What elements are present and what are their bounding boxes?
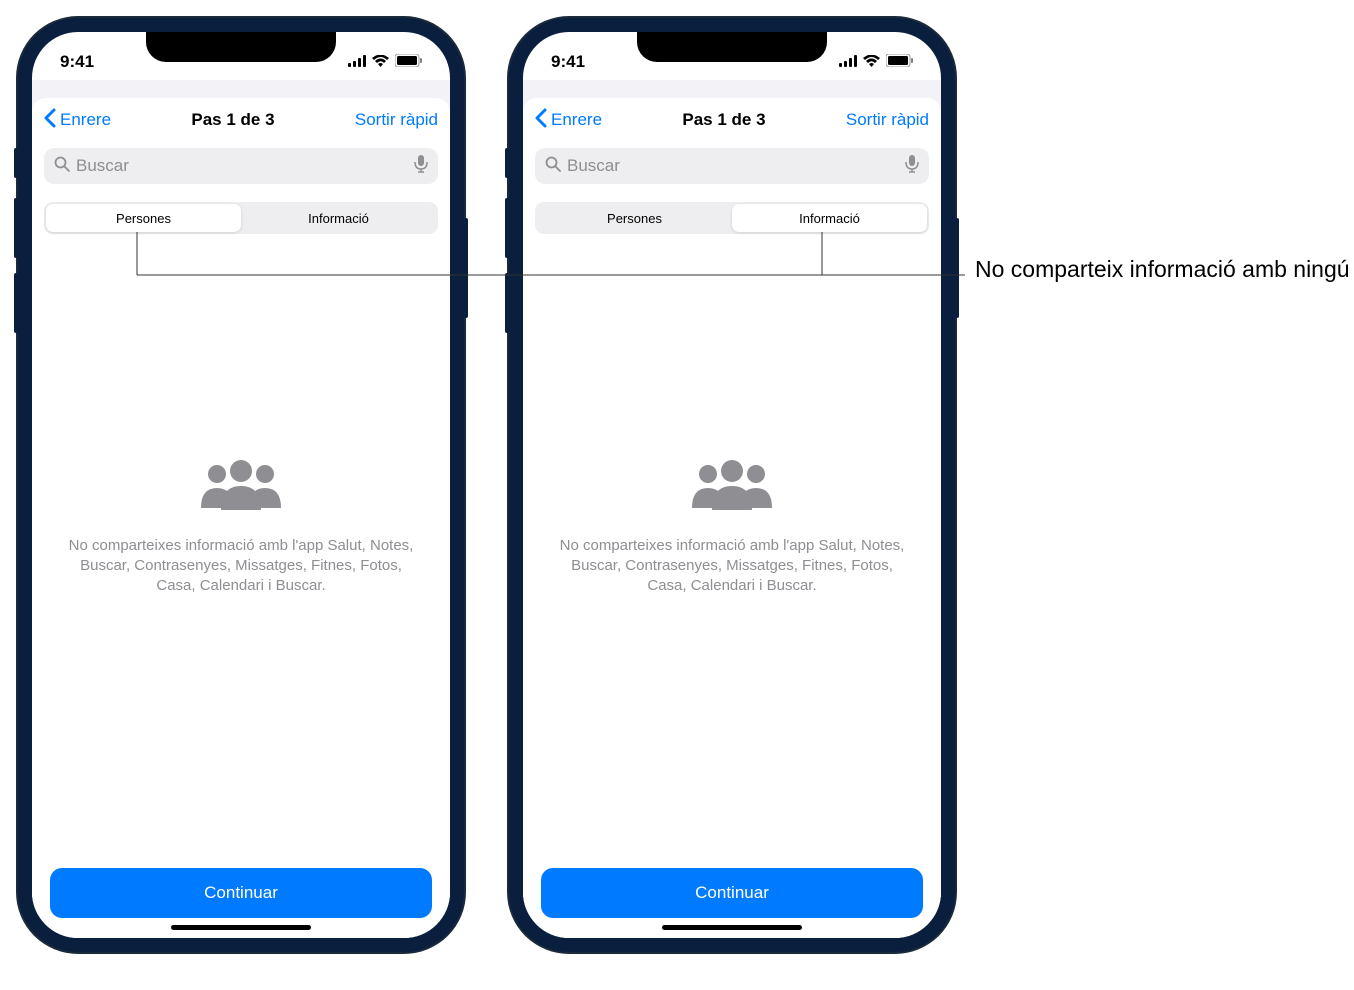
continue-button[interactable]: Continuar: [541, 868, 923, 918]
volume-up-button: [505, 198, 509, 258]
nav-title: Pas 1 de 3: [682, 110, 765, 130]
nav-bar: Enrere Pas 1 de 3 Sortir ràpid: [32, 98, 450, 142]
back-button[interactable]: Enrere: [535, 108, 602, 133]
cellular-icon: [348, 52, 366, 72]
phone-frame-left: 9:41 Enrere Pas 1 de 3 Sortir ràpid: [18, 18, 464, 952]
sheet: Enrere Pas 1 de 3 Sortir ràpid Persones …: [32, 98, 450, 938]
tab-people[interactable]: Persones: [537, 204, 732, 232]
chevron-left-icon: [535, 108, 547, 133]
cellular-icon: [839, 52, 857, 72]
search-input[interactable]: [567, 156, 899, 176]
notch: [146, 32, 336, 62]
power-button: [464, 218, 468, 318]
status-time: 9:41: [551, 52, 585, 72]
chevron-left-icon: [44, 108, 56, 133]
mute-switch: [505, 148, 509, 178]
home-indicator[interactable]: [662, 925, 802, 930]
nav-bar: Enrere Pas 1 de 3 Sortir ràpid: [523, 98, 941, 142]
callout-text: No comparteix informació amb ningú: [975, 255, 1350, 283]
screen: 9:41 Enrere Pas 1 de 3 Sortir ràpid: [523, 32, 941, 938]
empty-state: No comparteixes informació amb l'app Sal…: [523, 196, 941, 858]
back-label: Enrere: [60, 110, 111, 130]
group-icon: [191, 458, 291, 518]
nav-title: Pas 1 de 3: [191, 110, 274, 130]
home-indicator[interactable]: [171, 925, 311, 930]
empty-state-text: No comparteixes informació amb l'app Sal…: [553, 536, 911, 596]
search-bar[interactable]: [535, 148, 929, 184]
quick-exit-button[interactable]: Sortir ràpid: [846, 110, 929, 130]
modal-sheet-container: Enrere Pas 1 de 3 Sortir ràpid Persones …: [32, 80, 450, 938]
tab-information[interactable]: Informació: [241, 204, 436, 232]
volume-down-button: [14, 273, 18, 333]
volume-up-button: [14, 198, 18, 258]
battery-icon: [886, 52, 913, 72]
search-bar[interactable]: [44, 148, 438, 184]
phone-frame-right: 9:41 Enrere Pas 1 de 3 Sortir ràpid: [509, 18, 955, 952]
status-time: 9:41: [60, 52, 94, 72]
microphone-icon[interactable]: [905, 155, 919, 178]
empty-state-text: No comparteixes informació amb l'app Sal…: [62, 536, 420, 596]
volume-down-button: [505, 273, 509, 333]
segmented-control: Persones Informació: [44, 202, 438, 234]
back-button[interactable]: Enrere: [44, 108, 111, 133]
status-indicators: [839, 52, 913, 72]
back-label: Enrere: [551, 110, 602, 130]
tab-people[interactable]: Persones: [46, 204, 241, 232]
group-icon: [682, 458, 782, 518]
search-icon: [545, 156, 561, 177]
microphone-icon[interactable]: [414, 155, 428, 178]
sheet: Enrere Pas 1 de 3 Sortir ràpid Persones …: [523, 98, 941, 938]
search-icon: [54, 156, 70, 177]
modal-sheet-container: Enrere Pas 1 de 3 Sortir ràpid Persones …: [523, 80, 941, 938]
wifi-icon: [863, 52, 880, 72]
tab-information[interactable]: Informació: [732, 204, 927, 232]
notch: [637, 32, 827, 62]
screen: 9:41 Enrere Pas 1 de 3 Sortir ràpid: [32, 32, 450, 938]
empty-state: No comparteixes informació amb l'app Sal…: [32, 196, 450, 858]
power-button: [955, 218, 959, 318]
continue-button[interactable]: Continuar: [50, 868, 432, 918]
search-input[interactable]: [76, 156, 408, 176]
wifi-icon: [372, 52, 389, 72]
status-indicators: [348, 52, 422, 72]
mute-switch: [14, 148, 18, 178]
segmented-control: Persones Informació: [535, 202, 929, 234]
battery-icon: [395, 52, 422, 72]
quick-exit-button[interactable]: Sortir ràpid: [355, 110, 438, 130]
